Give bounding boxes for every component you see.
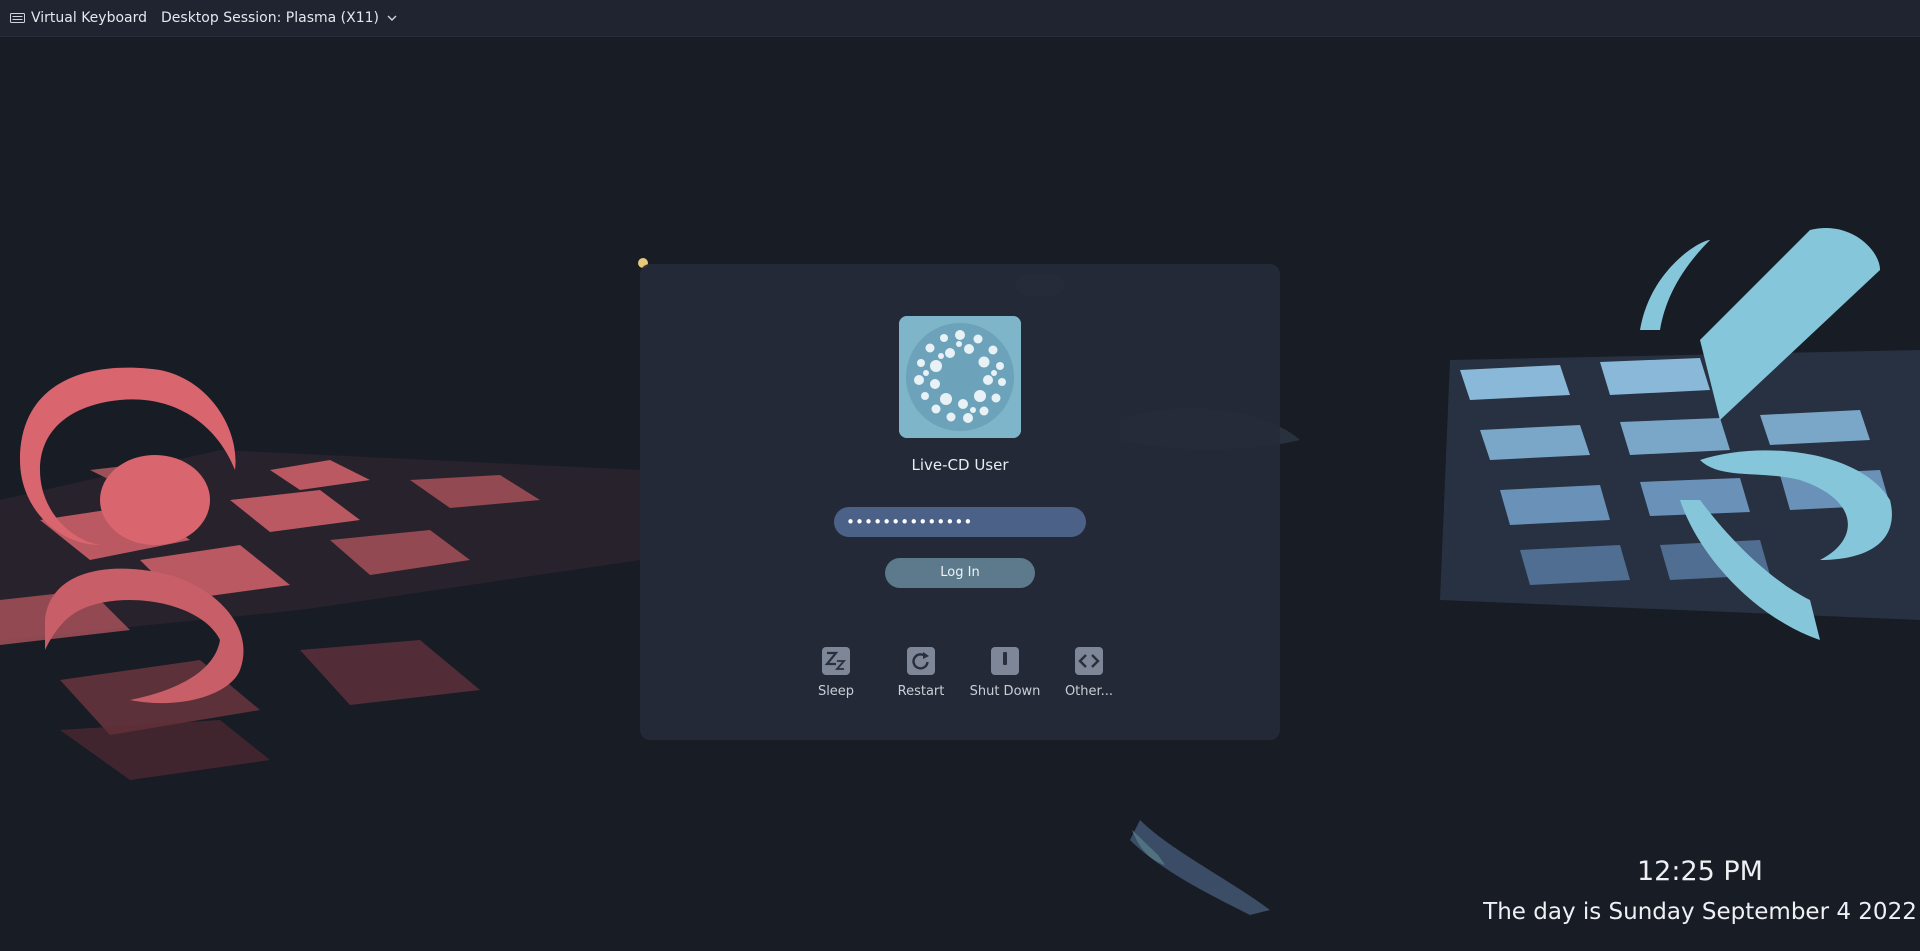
top-bar: Virtual Keyboard Desktop Session: Plasma… [0, 0, 1920, 37]
sleep-icon [822, 647, 850, 675]
clock-date: The day is Sunday September 4 2022 [1483, 899, 1917, 925]
session-selector[interactable]: Desktop Session: Plasma (X11) [161, 0, 397, 36]
restart-button[interactable]: Restart [881, 646, 961, 699]
shutdown-button[interactable]: Shut Down [965, 646, 1045, 699]
chevron-down-icon [387, 15, 397, 21]
virtual-keyboard-button[interactable]: Virtual Keyboard [10, 0, 147, 36]
other-button[interactable]: Other... [1049, 646, 1129, 699]
shutdown-label: Shut Down [969, 684, 1041, 699]
avatar-logo-icon [899, 316, 1021, 438]
restart-label: Restart [897, 684, 945, 699]
login-card: Live-CD User •••••••••••••• Log In Sleep… [640, 264, 1280, 740]
password-field[interactable]: •••••••••••••• [834, 507, 1086, 537]
restart-icon [907, 647, 935, 675]
wallpaper-left-checkerboard [0, 450, 640, 780]
sleep-label: Sleep [817, 684, 855, 699]
login-screen: Virtual Keyboard Desktop Session: Plasma… [0, 0, 1920, 951]
other-label: Other... [1064, 684, 1114, 699]
login-button[interactable]: Log In [885, 558, 1035, 588]
clock-time: 12:25 PM [1637, 856, 1763, 887]
sleep-button[interactable]: Sleep [796, 646, 876, 699]
virtual-keyboard-label: Virtual Keyboard [31, 10, 148, 26]
session-label: Desktop Session: Plasma (X11) [161, 10, 379, 26]
user-name: Live-CD User [911, 456, 1009, 474]
user-avatar [899, 316, 1021, 438]
keyboard-icon [10, 13, 25, 23]
shutdown-icon [991, 647, 1019, 675]
other-icon [1075, 647, 1103, 675]
